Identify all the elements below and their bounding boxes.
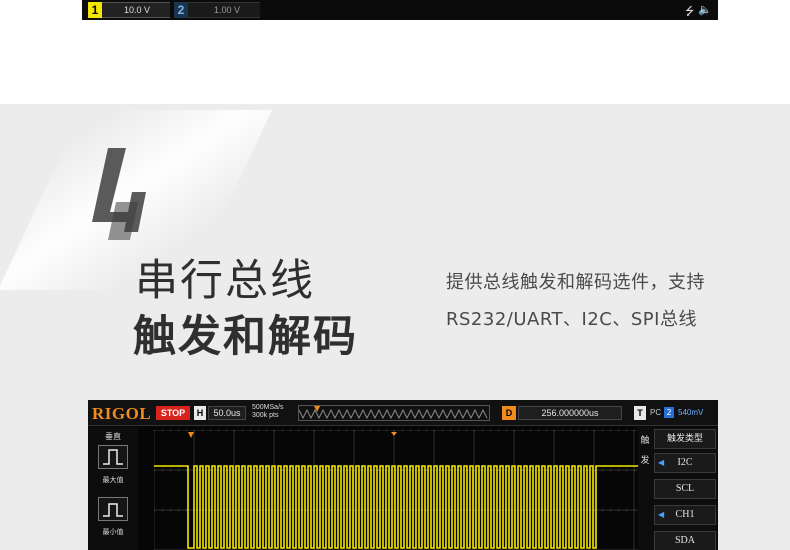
trigger-position-marker-icon: ▼ — [314, 404, 321, 413]
measure-min-label: 最小值 — [102, 528, 124, 536]
left-arrow-icon: ◀ — [658, 458, 665, 467]
trigger-label: T — [634, 406, 646, 420]
trigger-menu-panel: 触 发 触发类型 ◀ I2C SCL ◀ CH1 SDA — [638, 427, 718, 550]
speaker-icon[interactable]: 🔈 — [698, 3, 712, 22]
memory-overview-waveform — [298, 408, 488, 420]
usb-icon: ⭍ — [685, 5, 695, 18]
section-number-4 — [92, 148, 146, 240]
status-icons: ⭍ 🔈 — [685, 3, 712, 22]
sample-rate: 500MSa/s — [252, 404, 284, 411]
scope-status-strip: 1 10.0 V 2 1.00 V ⭍ 🔈 — [82, 0, 718, 20]
trigger-level[interactable]: 540mV — [678, 408, 703, 417]
channel1-waveform — [154, 465, 638, 549]
pulse-min-icon — [103, 503, 123, 517]
vertical-menu-title: 垂直 — [105, 432, 121, 441]
pulse-max-icon — [103, 449, 123, 465]
channel1-scale: 10.0 V — [102, 2, 170, 18]
measure-min-button[interactable] — [98, 497, 128, 521]
horizontal-label: H — [194, 406, 206, 420]
scl-label: SCL — [654, 479, 716, 499]
section-description-line1: 提供总线触发和解码选件，支持 — [446, 272, 705, 293]
measure-max-button[interactable] — [98, 445, 128, 469]
trigger-type-option[interactable]: ◀ I2C — [654, 453, 716, 473]
scope-top-bar: RIGOL STOP H 50.0us 500MSa/s 300k pts ▼ … — [88, 400, 718, 426]
left-arrow-icon: ◀ — [658, 510, 665, 519]
channel2-indicator[interactable]: 2 1.00 V — [174, 2, 260, 18]
center-marker-icon — [391, 432, 397, 436]
delay-value[interactable]: 256.000000us — [518, 406, 622, 420]
sda-label: SDA — [654, 531, 716, 550]
scl-source-option[interactable]: ◀ CH1 — [654, 505, 716, 525]
trigger-type-value: I2C — [677, 457, 693, 468]
vertical-menu-panel: 垂直 最大值 最小值 — [88, 427, 138, 550]
channel1-indicator[interactable]: 1 10.0 V — [88, 2, 170, 18]
trigger-menu-side-label-2: 发 — [640, 456, 650, 466]
section-description-line2: RS232/UART、I2C、SPI总线 — [446, 309, 697, 330]
timebase-value[interactable]: 50.0us — [208, 406, 246, 420]
scl-source-value: CH1 — [675, 509, 695, 520]
trigger-time-marker-icon — [188, 432, 194, 438]
section-title-line2: 触发和解码 — [133, 312, 358, 362]
memory-overview-bar — [298, 405, 490, 421]
rigol-logo: RIGOL — [92, 404, 152, 423]
trigger-type-title: 触发类型 — [654, 429, 716, 449]
section-title-line1: 串行总线 — [135, 256, 315, 306]
trigger-source: PC — [650, 408, 662, 417]
channel2-scale: 1.00 V — [188, 2, 260, 18]
measure-max-label: 最大值 — [102, 476, 124, 484]
trigger-menu-side-label-1: 触 — [640, 436, 650, 446]
waveform-display[interactable] — [154, 430, 638, 550]
channel2-number: 2 — [174, 2, 188, 18]
delay-label: D — [502, 406, 516, 420]
trigger-channel: 2 — [664, 407, 674, 418]
acquisition-info: 500MSa/s 300k pts — [252, 404, 284, 420]
memory-depth: 300k pts — [252, 412, 279, 419]
run-stop-status[interactable]: STOP — [156, 406, 190, 420]
channel1-number: 1 — [88, 2, 102, 18]
oscilloscope-screen: RIGOL STOP H 50.0us 500MSa/s 300k pts ▼ … — [88, 400, 718, 550]
